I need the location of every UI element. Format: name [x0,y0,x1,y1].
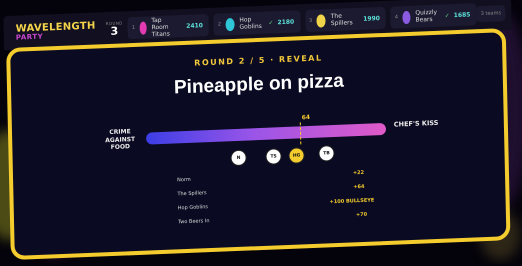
team-rank: 2 [218,21,221,27]
team-name: Hop Goblins [239,16,265,31]
target-value: 64 [302,114,311,121]
team-rank: 3 [309,18,312,24]
result-team: Two Beers In [178,218,210,225]
team-rank: 1 [132,25,135,31]
team-chip[interactable]: 3 The Spillers 1990 [305,7,386,32]
team-chip[interactable]: 2 Hop Goblins ✓ 2180 [214,10,301,35]
team-avatar [139,21,147,34]
check-icon: ✓ [445,12,450,19]
scale-left-label: CRIME AGAINST FOOD [96,128,144,152]
result-team: The Spillers [177,190,206,197]
team-avatar [225,17,235,30]
team-avatar [316,14,326,27]
check-icon: ✓ [268,19,273,26]
team-avatar [402,10,411,23]
team-name: Tap Room Titans [151,16,179,38]
round-number: 3 [106,25,124,37]
result-team: Norm [177,177,191,184]
result-points: +64 [353,184,364,190]
result-points: +22 [353,170,364,176]
team-count-badge: 3 teams [476,5,505,22]
team-chip[interactable]: 1 Tap Room Titans 2410 [128,14,209,39]
team-name: Quizzly Bears [415,9,442,24]
team-score: 2410 [186,22,203,30]
result-team: Hop Goblins [178,204,208,211]
team-rank: 4 [395,14,398,20]
team-score: 1990 [363,15,380,23]
round-indicator: ROUND 3 [106,21,124,37]
game-screen: WAVELENGTH PARTY ROUND 3 1 Tap Room Tita… [3,0,516,266]
result-points: +70 [356,212,367,218]
team-score: 1685 [454,11,471,19]
game-logo: WAVELENGTH PARTY [16,21,96,41]
team-chip[interactable]: 4 Quizzly Bears ✓ 1685 [391,3,477,28]
team-name: The Spillers [331,12,357,27]
team-score: 2180 [277,18,294,26]
